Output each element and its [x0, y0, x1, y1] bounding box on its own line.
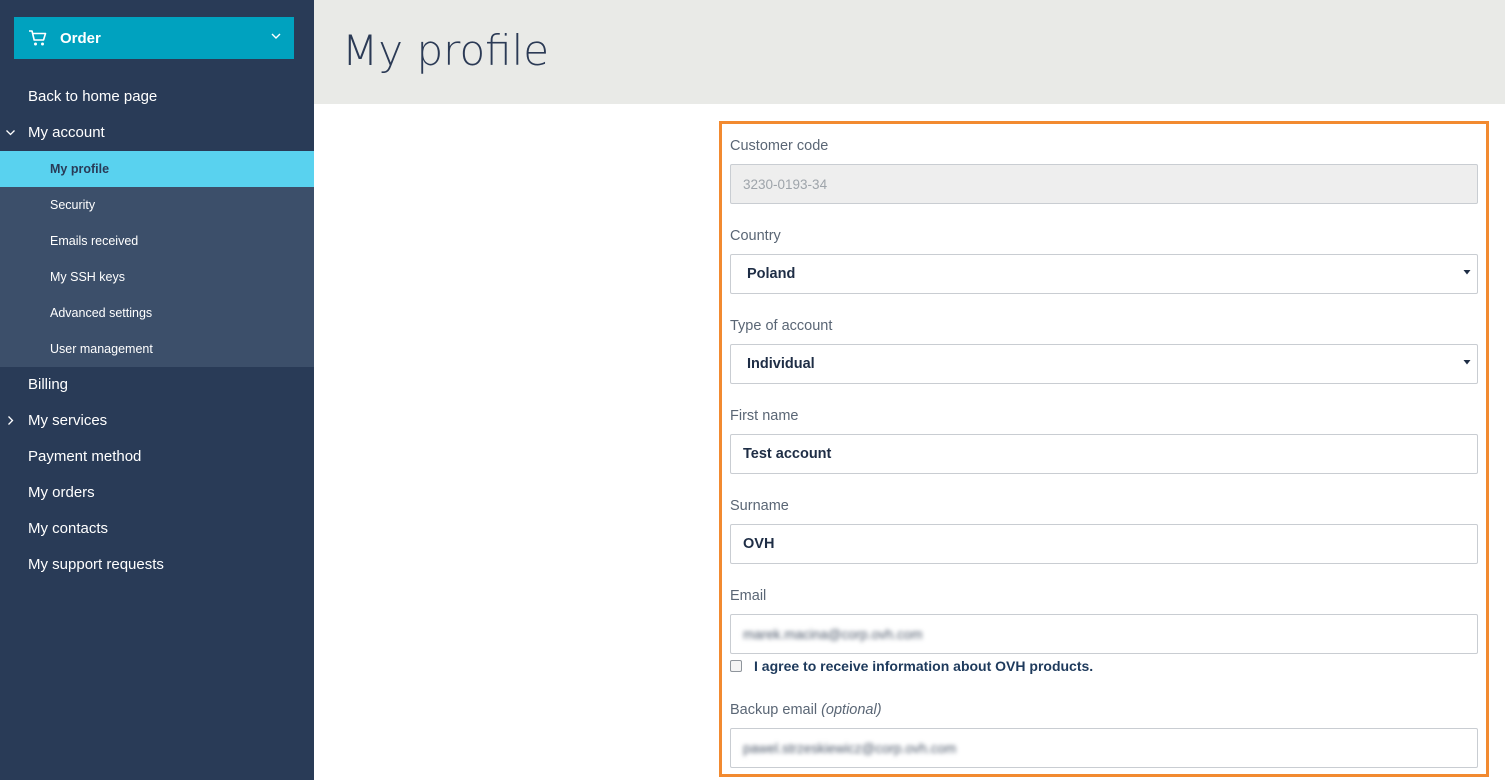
- backup-email-field[interactable]: pawel.strzeskiewicz@corp.ovh.com: [730, 728, 1478, 768]
- country-select[interactable]: Poland: [730, 254, 1478, 294]
- sidebar-subitem-my-profile[interactable]: My profile: [0, 151, 314, 187]
- sidebar-item-my-account[interactable]: My account: [0, 115, 314, 151]
- consent-label[interactable]: I agree to receive information about OVH…: [754, 658, 1093, 674]
- sidebar-item-label: My contacts: [28, 520, 109, 537]
- sidebar-subitem-label: My SSH keys: [50, 270, 126, 284]
- sidebar-item-label: Payment method: [28, 448, 142, 465]
- consent-row: I agree to receive information about OVH…: [730, 658, 1093, 674]
- email-label: Email: [730, 588, 767, 604]
- order-button-label: Order: [60, 29, 101, 47]
- country-label: Country: [730, 228, 781, 244]
- sidebar-submenu-container: My profile Security Emails received My S…: [0, 151, 314, 367]
- cart-icon: [29, 30, 47, 46]
- sidebar-subitem-label: User management: [50, 342, 153, 356]
- sidebar-item-my-services[interactable]: My services: [0, 403, 314, 439]
- sidebar-subitem-user-management[interactable]: User management: [0, 331, 314, 367]
- sidebar-item-back-home[interactable]: Back to home page: [0, 79, 314, 115]
- sidebar-subitem-label: Security: [50, 198, 96, 212]
- sidebar-subitem-emails-received[interactable]: Emails received: [0, 223, 314, 259]
- sidebar-item-label: Billing: [28, 376, 69, 393]
- caret-down-icon: [1463, 360, 1471, 365]
- profile-form: Customer code 3230-0193-34 Country Polan…: [719, 121, 1489, 777]
- sidebar-item-my-contacts[interactable]: My contacts: [0, 511, 314, 547]
- country-value: Poland: [747, 266, 796, 282]
- customer-code-value: 3230-0193-34: [743, 176, 828, 192]
- sidebar-item-support-requests[interactable]: My support requests: [0, 547, 314, 583]
- page-title: My profile: [342, 26, 550, 75]
- caret-down-icon: [1463, 270, 1471, 275]
- sidebar-subitem-security[interactable]: Security: [0, 187, 314, 223]
- sidebar-subitem-label: My profile: [50, 162, 110, 176]
- sidebar-item-label: My services: [28, 412, 108, 429]
- first-name-value: Test account: [743, 446, 832, 462]
- first-name-field[interactable]: Test account: [730, 434, 1478, 474]
- surname-value: OVH: [743, 536, 775, 552]
- sidebar-submenu: My profile Security Emails received My S…: [0, 151, 314, 367]
- page-header: My profile: [314, 0, 1505, 104]
- sidebar-item-label: My orders: [28, 484, 95, 501]
- account-type-select[interactable]: Individual: [730, 344, 1478, 384]
- sidebar-item-my-orders[interactable]: My orders: [0, 475, 314, 511]
- sidebar-item-label: My support requests: [28, 556, 164, 573]
- sidebar-item-label: My account: [28, 124, 105, 141]
- email-field[interactable]: marek.macina@corp.ovh.com: [730, 614, 1478, 654]
- order-button[interactable]: Order: [14, 17, 294, 59]
- sidebar-item-payment-method[interactable]: Payment method: [0, 439, 314, 475]
- consent-checkbox[interactable]: [730, 660, 742, 672]
- backup-email-optional: (optional): [821, 702, 882, 718]
- sidebar-subitem-label: Advanced settings: [50, 306, 153, 320]
- chevron-down-icon: [271, 33, 281, 39]
- sidebar-subitem-ssh-keys[interactable]: My SSH keys: [0, 259, 314, 295]
- sidebar-subitem-advanced-settings[interactable]: Advanced settings: [0, 295, 314, 331]
- customer-code-field: 3230-0193-34: [730, 164, 1478, 204]
- surname-label: Surname: [730, 498, 789, 514]
- backup-email-label-text: Backup email: [730, 702, 818, 718]
- chevron-right-icon: [8, 416, 14, 425]
- customer-code-label: Customer code: [730, 138, 829, 154]
- account-type-label: Type of account: [730, 318, 833, 334]
- sidebar: Order Back to home page My account My pr…: [0, 0, 314, 780]
- first-name-label: First name: [730, 408, 799, 424]
- sidebar-nav: Back to home page My account My profile …: [0, 79, 314, 583]
- backup-email-label: Backup email (optional): [730, 702, 882, 718]
- email-value: marek.macina@corp.ovh.com: [743, 626, 923, 642]
- sidebar-item-label: Back to home page: [28, 88, 158, 105]
- backup-email-value: pawel.strzeskiewicz@corp.ovh.com: [743, 740, 957, 756]
- account-type-value: Individual: [747, 356, 815, 372]
- sidebar-subitem-label: Emails received: [50, 234, 139, 248]
- sidebar-item-billing[interactable]: Billing: [0, 367, 314, 403]
- chevron-down-icon: [6, 130, 15, 136]
- surname-field[interactable]: OVH: [730, 524, 1478, 564]
